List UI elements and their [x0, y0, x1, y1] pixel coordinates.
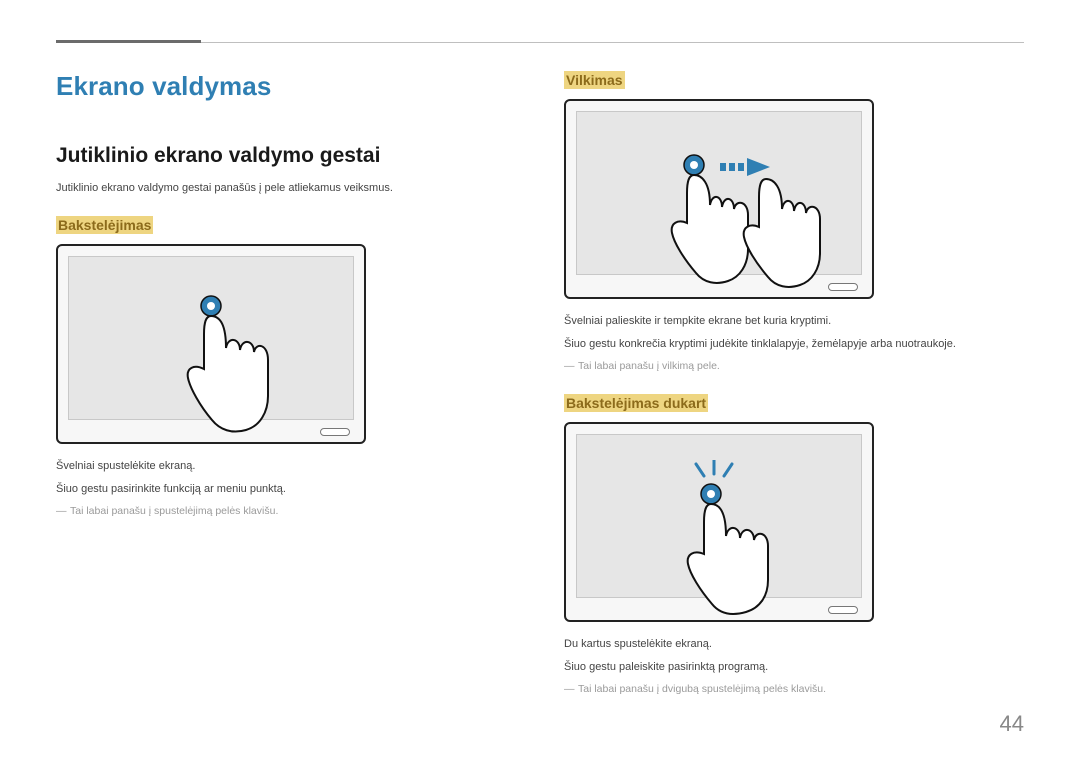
tap-note: Tai labai panašu į spustelėjimą pelės kl…	[56, 505, 516, 517]
doubletap-hand-icon	[676, 482, 786, 622]
monitor-stand	[828, 606, 858, 614]
monitor-stand	[320, 428, 350, 436]
left-column: Ekrano valdymas Jutiklinio ekrano valdym…	[56, 71, 516, 717]
right-column: Vilkimas	[564, 71, 1024, 717]
page-number: 44	[1000, 711, 1024, 737]
header-rule	[56, 42, 1024, 43]
tap-desc-2: Šiuo gestu pasirinkite funkciją ar meniu…	[56, 481, 516, 498]
drag-illustration	[564, 99, 874, 299]
drag-desc-2: Šiuo gestu konkrečia kryptimi judėkite t…	[564, 336, 1024, 353]
tap-desc-1: Švelniai spustelėkite ekraną.	[56, 458, 516, 475]
doubletap-desc-2: Šiuo gestu paleiskite pasirinktą program…	[564, 659, 1024, 676]
drag-hand-end-icon	[734, 157, 834, 299]
doubletap-note: Tai labai panašu į dvigubą spustelėjimą …	[564, 683, 1024, 695]
drag-note: Tai labai panašu į vilkimą pele.	[564, 360, 1024, 372]
doubletap-desc-1: Du kartus spustelėkite ekraną.	[564, 636, 1024, 653]
doubletap-heading: Bakstelėjimas dukart	[564, 394, 708, 412]
header-rule-accent	[56, 40, 201, 43]
page-title: Ekrano valdymas	[56, 71, 516, 102]
tap-illustration	[56, 244, 366, 444]
doubletap-illustration	[564, 422, 874, 622]
drag-heading: Vilkimas	[564, 71, 625, 89]
drag-desc-1: Švelniai palieskite ir tempkite ekrane b…	[564, 313, 1024, 330]
tap-hand-icon	[176, 294, 286, 444]
intro-text: Jutiklinio ekrano valdymo gestai panašūs…	[56, 182, 516, 194]
tap-heading: Bakstelėjimas	[56, 216, 153, 234]
subtitle: Jutiklinio ekrano valdymo gestai	[56, 144, 516, 168]
